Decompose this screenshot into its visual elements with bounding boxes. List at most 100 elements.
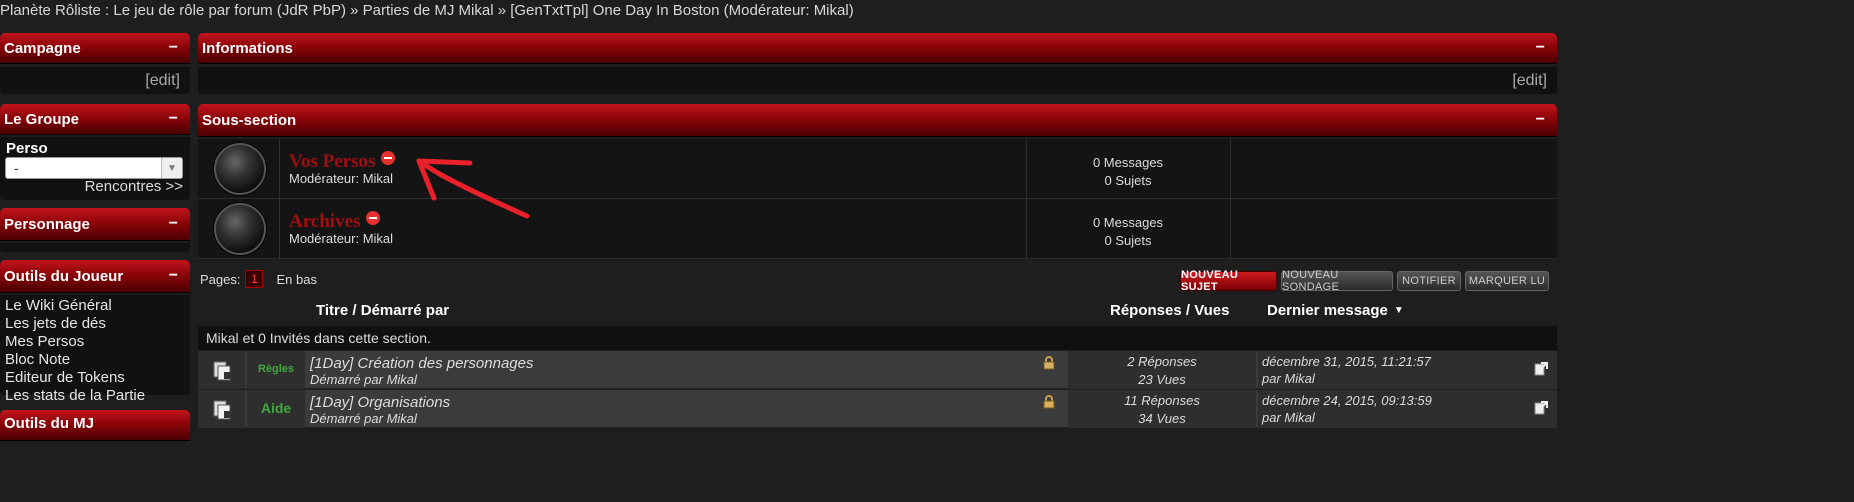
last-post-icon[interactable] [1534,362,1548,376]
board-link-vos-persos[interactable]: Vos Persos [289,151,375,172]
topic-icon-cell [198,351,245,389]
divider [1026,139,1027,199]
topic-replies: 11 Réponses [1124,393,1200,408]
collapse-icon[interactable]: − [1536,111,1545,129]
topic-started-by: Démarré par Mikal [310,411,417,426]
last-by-user-link[interactable]: Mikal [1284,410,1314,425]
page-current[interactable]: 1 [245,270,264,288]
campagne-title: Campagne [4,39,81,57]
last-post-date: décembre 24, 2015, 09:13:59 [1262,393,1432,408]
topic-stats: 2 Réponses 23 Vues [1068,351,1256,389]
perso-select-value: - [14,160,19,176]
personnage-title: Personnage [4,215,90,233]
topic-started-by: Démarré par Mikal [310,372,417,387]
moderator-label: Modérateur: [289,231,360,246]
collapse-icon[interactable]: − [169,39,178,57]
column-reponses[interactable]: Réponses / Vues [1110,302,1230,319]
sous-section-header: Sous-section − [198,104,1557,136]
marquer-lu-button[interactable]: MARQUER LU [1465,271,1549,291]
notifier-button[interactable]: NOTIFIER [1397,271,1461,291]
topic-author-link[interactable]: Mikal [387,372,417,387]
board-messages: 0 Messages [1092,215,1164,230]
chevron-down-icon: ▼ [161,158,182,178]
informations-box: [edit] [198,67,1557,94]
last-by-user-link[interactable]: Mikal [1284,371,1314,386]
moderator-link[interactable]: Mikal [363,231,393,246]
link-editeur-tokens[interactable]: Editeur de Tokens [5,369,185,387]
perso-select[interactable]: - ▼ [5,157,183,179]
informations-title: Informations [202,39,293,57]
started-label: Démarré par [310,411,383,426]
board-moderator: Modérateur: Mikal [289,171,393,186]
topic-title-link[interactable]: [1Day] Organisations [310,394,450,411]
board-sujets: 0 Sujets [1104,173,1152,188]
link-bloc-note[interactable]: Bloc Note [5,351,185,369]
sort-down-icon: ▼ [1393,305,1404,316]
informations-edit-link[interactable]: [edit] [1512,72,1547,90]
link-jets-de-des[interactable]: Les jets de dés [5,315,185,333]
divider [1230,139,1231,199]
board-row: Archives Modérateur: Mikal 0 Messages 0 … [198,199,1557,259]
pages-label: Pages: [200,271,241,287]
topic-stats: 11 Réponses 34 Vues [1068,390,1256,428]
breadcrumb[interactable]: Planète Rôliste : Le jeu de rôle par for… [0,2,854,19]
topic-author-link[interactable]: Mikal [387,411,417,426]
board-title: Vos Persos [289,151,396,173]
started-label: Démarré par [310,372,383,387]
last-post-by: par Mikal [1262,371,1315,386]
collapse-icon[interactable]: − [169,267,178,285]
topic-icon-cell [198,390,245,428]
moderator-link[interactable]: Mikal [363,171,393,186]
last-post-icon[interactable] [1534,401,1548,415]
groupe-box: Perso - ▼ Rencontres >> [0,137,190,200]
topic-title-link[interactable]: [1Day] Création des personnages [310,355,533,372]
topic-document-icon [213,400,232,420]
outils-joueur-header: Outils du Joueur − [0,260,190,292]
last-post-date: décembre 31, 2015, 11:21:57 [1262,354,1431,369]
sous-section-title: Sous-section [202,111,297,129]
whos-here-text: et 0 Invités dans cette section. [242,330,431,346]
en-bas-link[interactable]: En bas [276,272,316,287]
outils-mj-title: Outils du MJ [4,415,94,432]
outils-joueur-title: Outils du Joueur [4,267,124,285]
board-sujets: 0 Sujets [1104,233,1152,248]
collapse-icon[interactable]: − [169,215,178,233]
campagne-header: Campagne − [0,33,190,63]
informations-header: Informations − [198,33,1557,63]
lock-icon [1043,395,1055,409]
nouveau-sondage-button[interactable]: NOUVEAU SONDAGE [1281,269,1393,293]
collapse-icon[interactable]: − [169,110,178,128]
board-title: Archives [289,211,381,233]
last-by-label: par [1262,410,1281,425]
last-post-by: par Mikal [1262,410,1315,425]
board-stats: 0 Messages 0 Sujets [1028,154,1228,190]
topic-tag: Règles [247,351,305,389]
collapse-icon[interactable]: − [1536,39,1545,57]
nouveau-sujet-button[interactable]: NOUVEAU SUJET [1180,269,1277,293]
link-wiki[interactable]: Le Wiki Général [5,297,185,315]
column-titre[interactable]: Titre / Démarré par [316,302,449,319]
column-dernier-label: Dernier message [1267,302,1388,319]
topic-tag: Aide [247,390,305,428]
link-mes-persos[interactable]: Mes Persos [5,333,185,351]
whos-here-bar: Mikal et 0 Invités dans cette section. [198,326,1557,350]
board-status-icon [214,203,266,255]
topic-views: 23 Vues [1138,372,1186,387]
board-messages: 0 Messages [1092,155,1164,170]
personnage-box [0,243,190,252]
whos-here-user[interactable]: Mikal [206,330,239,346]
divider [279,139,280,199]
topic-last-post: décembre 24, 2015, 09:13:59 par Mikal [1258,390,1557,428]
column-dernier-message[interactable]: Dernier message ▼ [1267,302,1404,319]
topic-row: Aide [1Day] Organisations Démarré par Mi… [198,390,1557,428]
divider [1026,199,1027,259]
topic-row: Règles [1Day] Création des personnages D… [198,351,1557,389]
board-link-archives[interactable]: Archives [289,211,360,232]
topic-views: 34 Vues [1138,411,1186,426]
rencontres-link[interactable]: Rencontres >> [85,178,183,195]
perso-label: Perso [6,140,48,157]
link-stats-partie[interactable]: Les stats de la Partie [5,387,185,405]
topic-document-icon [213,361,232,381]
pagination: Pages: 1 En bas [200,270,317,288]
campagne-edit-link[interactable]: [edit] [145,72,180,90]
